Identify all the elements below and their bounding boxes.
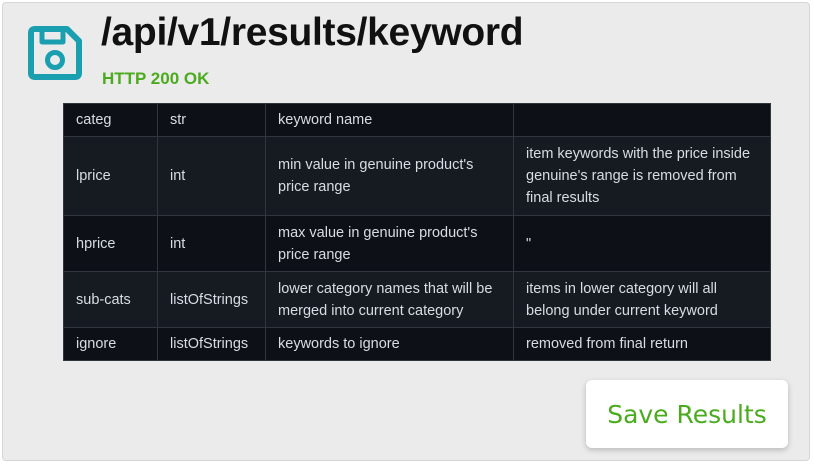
param-type-cell: listOfStrings: [157, 327, 266, 361]
param-type-cell: listOfStrings: [157, 271, 266, 328]
param-description-cell: lower category names that will be merged…: [265, 271, 514, 328]
param-type-cell: int: [157, 136, 266, 216]
endpoint-title: /api/v1/results/keyword: [101, 11, 524, 54]
param-note-cell: item keywords with the price inside genu…: [513, 136, 771, 216]
param-name-cell: hprice: [63, 215, 158, 272]
param-name-cell: ignore: [63, 327, 158, 361]
param-note-cell: [513, 103, 771, 137]
param-name-cell: sub-cats: [63, 271, 158, 328]
param-type-cell: str: [157, 103, 266, 137]
table-row: sub-cats listOfStrings lower category na…: [63, 271, 771, 328]
param-type-cell: int: [157, 215, 266, 272]
param-note-cell: removed from final return: [513, 327, 771, 361]
table-row: categ str keyword name: [63, 103, 771, 137]
save-results-button[interactable]: Save Results: [586, 380, 788, 448]
floppy-disk-save-icon: [28, 26, 82, 80]
param-note-cell: ": [513, 215, 771, 272]
param-description-cell: keywords to ignore: [265, 327, 514, 361]
param-description-cell: max value in genuine product's price ran…: [265, 215, 514, 272]
param-description-cell: keyword name: [265, 103, 514, 137]
table-row: hprice int max value in genuine product'…: [63, 215, 771, 272]
param-note-cell: items in lower category will all belong …: [513, 271, 771, 328]
parameters-table: categ str keyword name lprice int min va…: [63, 103, 771, 361]
http-status: HTTP 200 OK: [102, 69, 210, 88]
table-row: lprice int min value in genuine product'…: [63, 136, 771, 216]
table-row: ignore listOfStrings keywords to ignore …: [63, 327, 771, 361]
param-name-cell: categ: [63, 103, 158, 137]
param-name-cell: lprice: [63, 136, 158, 216]
param-description-cell: min value in genuine product's price ran…: [265, 136, 514, 216]
